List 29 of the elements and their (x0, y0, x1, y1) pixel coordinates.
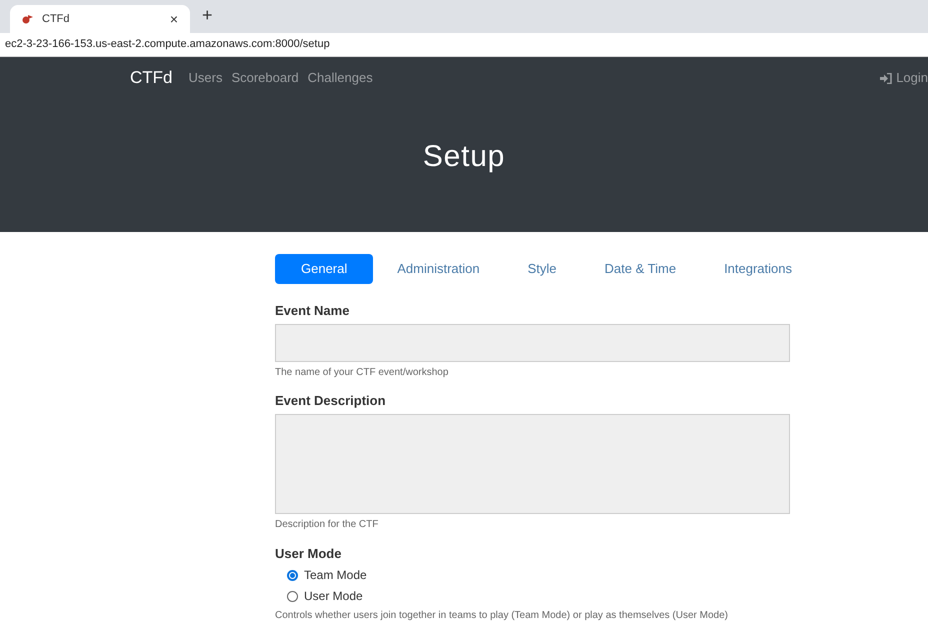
field-label: User Mode (275, 547, 342, 561)
radio-label: Team Mode (304, 568, 367, 582)
nav-link[interactable]: Scoreboard (231, 68, 299, 88)
close-button[interactable]: × (170, 8, 178, 30)
new-tab-button[interactable]: + (202, 2, 213, 29)
tab[interactable]: Style (516, 254, 569, 284)
tab[interactable]: Date & Time (592, 254, 688, 284)
help-text: Description for the CTF (275, 518, 380, 532)
field-label: Event Description (275, 394, 387, 408)
field-label: Event Name (275, 304, 350, 318)
radio-label: User Mode (304, 589, 363, 603)
help-text: Controls whether users join together in teams to play (Team Mode) or play as themselves (User Mode) (275, 609, 729, 623)
brand-link[interactable]: CTFd (130, 65, 172, 91)
page-title: Setup (422, 139, 506, 175)
nav-link[interactable]: Challenges (308, 68, 373, 88)
event-name-input[interactable] (275, 324, 790, 362)
login-icon (880, 72, 892, 84)
tab[interactable]: General (275, 254, 374, 284)
tab[interactable]: Integrations (712, 254, 804, 284)
browser-tab[interactable]: CTFd × (10, 5, 190, 33)
radio-button[interactable] (287, 590, 298, 602)
radio-button[interactable] (287, 570, 298, 580)
nav-link[interactable]: Users (188, 68, 222, 88)
address-bar[interactable]: ec2-3-23-166-153.us-east-2.compute.amazonaws.com:8000/setup (5, 36, 330, 53)
tab-title: CTFd (42, 12, 70, 27)
logo-icon (22, 14, 34, 24)
help-text: The name of your CTF event/workshop (275, 366, 450, 380)
login-link[interactable]: Login (880, 68, 928, 88)
tab[interactable]: Administration (385, 254, 492, 284)
